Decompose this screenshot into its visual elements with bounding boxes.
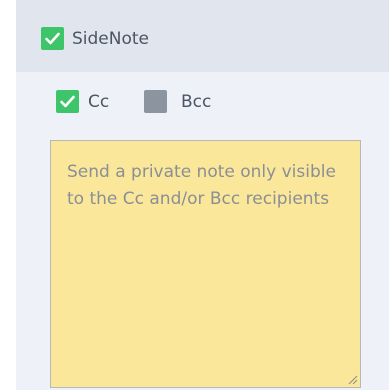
private-note-placeholder: Send a private note only visible to the … [67, 162, 336, 209]
private-note-textarea[interactable]: Send a private note only visible to the … [50, 140, 361, 388]
bcc-label: Bcc [181, 92, 212, 112]
sidenote-widget: SideNote Cc Bcc Send a private note only… [0, 0, 389, 390]
check-icon [45, 32, 60, 45]
resize-grip-icon[interactable] [346, 373, 358, 385]
cc-checkbox[interactable] [56, 90, 79, 113]
sidenote-label: SideNote [72, 29, 150, 49]
sidenote-checkbox[interactable] [41, 27, 64, 50]
bcc-checkbox[interactable] [144, 90, 167, 113]
cc-label: Cc [88, 92, 110, 112]
check-icon [60, 95, 75, 108]
